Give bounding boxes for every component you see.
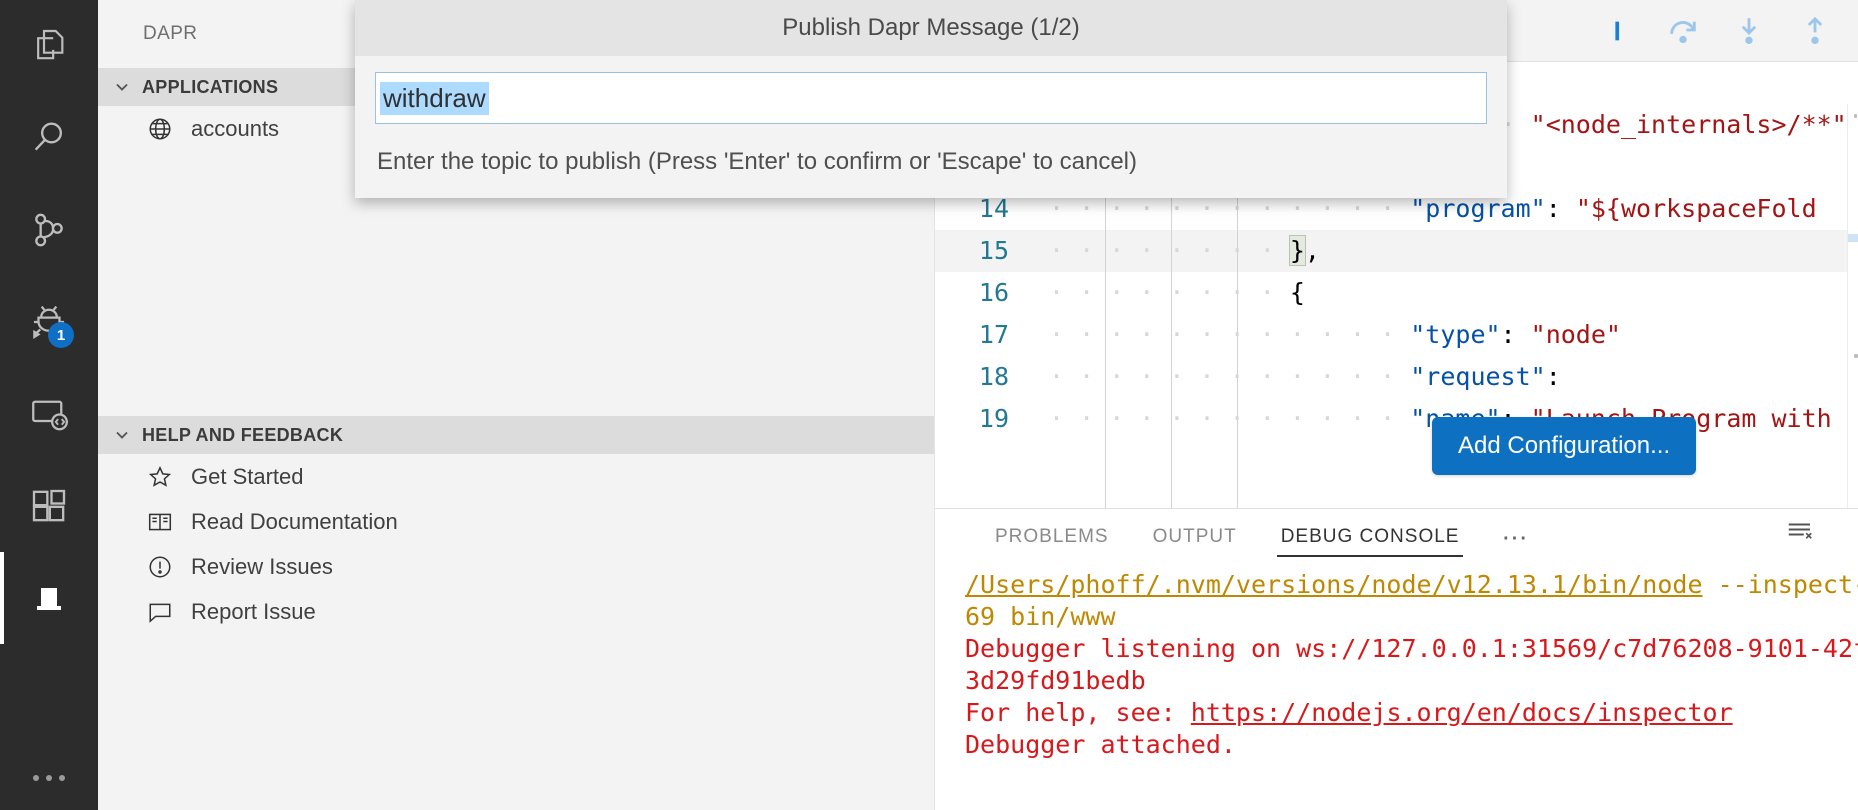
console-line: For help, see: https://nodejs.org/en/doc… bbox=[965, 697, 1858, 729]
chevron-down-icon bbox=[112, 425, 132, 445]
sidebar-item-label: Read Documentation bbox=[191, 509, 398, 535]
pause-button[interactable] bbox=[1597, 11, 1637, 51]
quick-input-field[interactable]: withdraw bbox=[375, 72, 1487, 124]
star-icon bbox=[146, 464, 174, 490]
sidebar-section-help-and-feedback[interactable]: HELP AND FEEDBACK bbox=[98, 416, 934, 454]
quick-input-value: withdraw bbox=[380, 82, 489, 115]
activity-bar: 1 bbox=[0, 0, 98, 810]
activity-bar-item-remote-explorer[interactable] bbox=[0, 368, 98, 460]
activity-bar-item-search[interactable] bbox=[0, 92, 98, 184]
dot bbox=[46, 775, 52, 781]
sidebar-item-read-documentation[interactable]: Read Documentation bbox=[98, 499, 934, 544]
globe-icon bbox=[146, 116, 174, 142]
remote-explorer-icon bbox=[28, 393, 70, 435]
sidebar-section-label: APPLICATIONS bbox=[142, 77, 278, 98]
line-content: · · · · · · · · · · · · "type": "node" bbox=[1039, 314, 1621, 356]
bottom-panel: PROBLEMS OUTPUT DEBUG CONSOLE ⋯ bbox=[935, 508, 1858, 810]
activity-bar-item-source-control[interactable] bbox=[0, 184, 98, 276]
console-line: Debugger attached. bbox=[965, 729, 1858, 761]
comment-icon bbox=[146, 599, 174, 625]
console-link[interactable]: /Users/phoff/.nvm/versions/node/v12.13.1… bbox=[965, 570, 1703, 599]
code-line: 17 · · · · · · · · · · · · "type": "node… bbox=[935, 314, 1847, 356]
sidebar-item-label: Review Issues bbox=[191, 554, 333, 580]
vscode-window: 1 bbox=[0, 0, 1858, 810]
quick-input-body: withdraw bbox=[355, 56, 1507, 136]
add-configuration-button[interactable]: Add Configuration... bbox=[1432, 417, 1696, 475]
chevron-down-icon bbox=[112, 77, 132, 97]
line-content: · · · · · · · · · · · · "request": bbox=[1039, 356, 1561, 398]
step-into-button[interactable] bbox=[1729, 11, 1769, 51]
clear-console-button[interactable] bbox=[1783, 515, 1817, 549]
minimap[interactable] bbox=[1847, 104, 1858, 508]
search-icon bbox=[29, 118, 69, 158]
tab-problems[interactable]: PROBLEMS bbox=[973, 509, 1131, 565]
line-content: · · · · · · · · }, bbox=[1039, 230, 1320, 272]
quick-input-hint: Enter the topic to publish (Press 'Enter… bbox=[355, 136, 1507, 198]
panel-overflow-button[interactable]: ⋯ bbox=[1481, 509, 1549, 565]
sidebar-item-review-issues[interactable]: Review Issues bbox=[98, 544, 934, 589]
quick-input-title: Publish Dapr Message (1/2) bbox=[355, 0, 1507, 56]
info-circle-icon bbox=[146, 554, 174, 580]
step-over-button[interactable] bbox=[1663, 11, 1703, 51]
source-control-icon bbox=[29, 210, 69, 250]
line-number: 16 bbox=[935, 272, 1039, 314]
line-content: · · · · · · · · { bbox=[1039, 272, 1305, 314]
run-debug-badge: 1 bbox=[48, 322, 74, 348]
dot bbox=[59, 775, 65, 781]
sidebar-item-label: Get Started bbox=[191, 464, 304, 490]
extensions-icon bbox=[29, 486, 69, 526]
activity-bar-item-dapr[interactable] bbox=[0, 552, 98, 644]
activity-bar-more-button[interactable] bbox=[0, 746, 98, 810]
tab-output[interactable]: OUTPUT bbox=[1131, 509, 1259, 565]
sidebar-section-label: HELP AND FEEDBACK bbox=[142, 425, 343, 446]
code-line-current: 15 · · · · · · · · }, bbox=[935, 230, 1847, 272]
panel-actions bbox=[1783, 515, 1858, 549]
sidebar-item-label: Report Issue bbox=[191, 599, 316, 625]
dot bbox=[33, 775, 39, 781]
activity-bar-item-extensions[interactable] bbox=[0, 460, 98, 552]
line-number: 19 bbox=[935, 398, 1039, 440]
sidebar-item-report-issue[interactable]: Report Issue bbox=[98, 589, 934, 634]
matching-brace: } bbox=[1290, 236, 1305, 265]
panel-tab-bar: PROBLEMS OUTPUT DEBUG CONSOLE ⋯ bbox=[935, 509, 1858, 565]
line-number: 15 bbox=[935, 230, 1039, 272]
console-line: /Users/phoff/.nvm/versions/node/v12.13.1… bbox=[965, 569, 1858, 633]
quick-input-widget: Publish Dapr Message (1/2) withdraw Ente… bbox=[355, 0, 1507, 198]
activity-bar-item-run-and-debug[interactable]: 1 bbox=[0, 276, 98, 368]
code-line: 16 · · · · · · · · { bbox=[935, 272, 1847, 314]
line-number: 17 bbox=[935, 314, 1039, 356]
line-number: 18 bbox=[935, 356, 1039, 398]
book-icon bbox=[146, 509, 174, 535]
code-line: 19 · · · · · · · · · · · · "name": "Laun… bbox=[935, 398, 1847, 440]
code-line: 18 · · · · · · · · · · · · "request": bbox=[935, 356, 1847, 398]
dapr-hat-icon bbox=[23, 572, 75, 624]
console-link[interactable]: https://nodejs.org/en/docs/inspector bbox=[1191, 698, 1733, 727]
sidebar-item-label: accounts bbox=[191, 116, 279, 142]
step-out-button[interactable] bbox=[1795, 11, 1835, 51]
sidebar-item-get-started[interactable]: Get Started bbox=[98, 454, 934, 499]
debug-console-output[interactable]: /Users/phoff/.nvm/versions/node/v12.13.1… bbox=[935, 565, 1858, 810]
console-line: Debugger listening on ws://127.0.0.1:315… bbox=[965, 633, 1858, 697]
files-icon bbox=[29, 26, 69, 66]
tab-debug-console[interactable]: DEBUG CONSOLE bbox=[1259, 509, 1482, 565]
activity-bar-item-explorer[interactable] bbox=[0, 0, 98, 92]
